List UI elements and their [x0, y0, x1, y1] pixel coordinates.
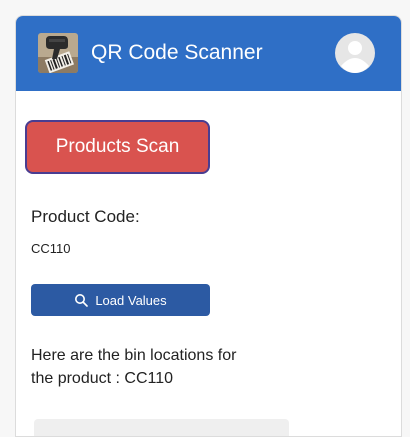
load-values-label: Load Values — [95, 292, 167, 308]
bin-locations-line-2: the product : CC110 — [31, 370, 174, 387]
barcode-scanner-icon — [38, 33, 78, 73]
bin-locations-line-1: Here are the bin locations for — [31, 347, 237, 364]
load-values-button[interactable]: Load Values — [31, 284, 210, 316]
product-code-value: CC110 — [31, 241, 71, 256]
bin-location-field — [34, 419, 289, 436]
bin-locations-text: Here are the bin locations for the produ… — [31, 344, 291, 390]
scanner-card: QR Code Scanner Products Scan Product Co… — [15, 15, 402, 437]
product-code-label: Product Code: — [31, 207, 140, 226]
search-icon — [74, 293, 89, 307]
app-title: QR Code Scanner — [91, 41, 263, 64]
products-scan-button[interactable]: Products Scan — [25, 120, 210, 174]
user-avatar-icon[interactable] — [335, 33, 375, 73]
app-header: QR Code Scanner — [16, 16, 401, 91]
